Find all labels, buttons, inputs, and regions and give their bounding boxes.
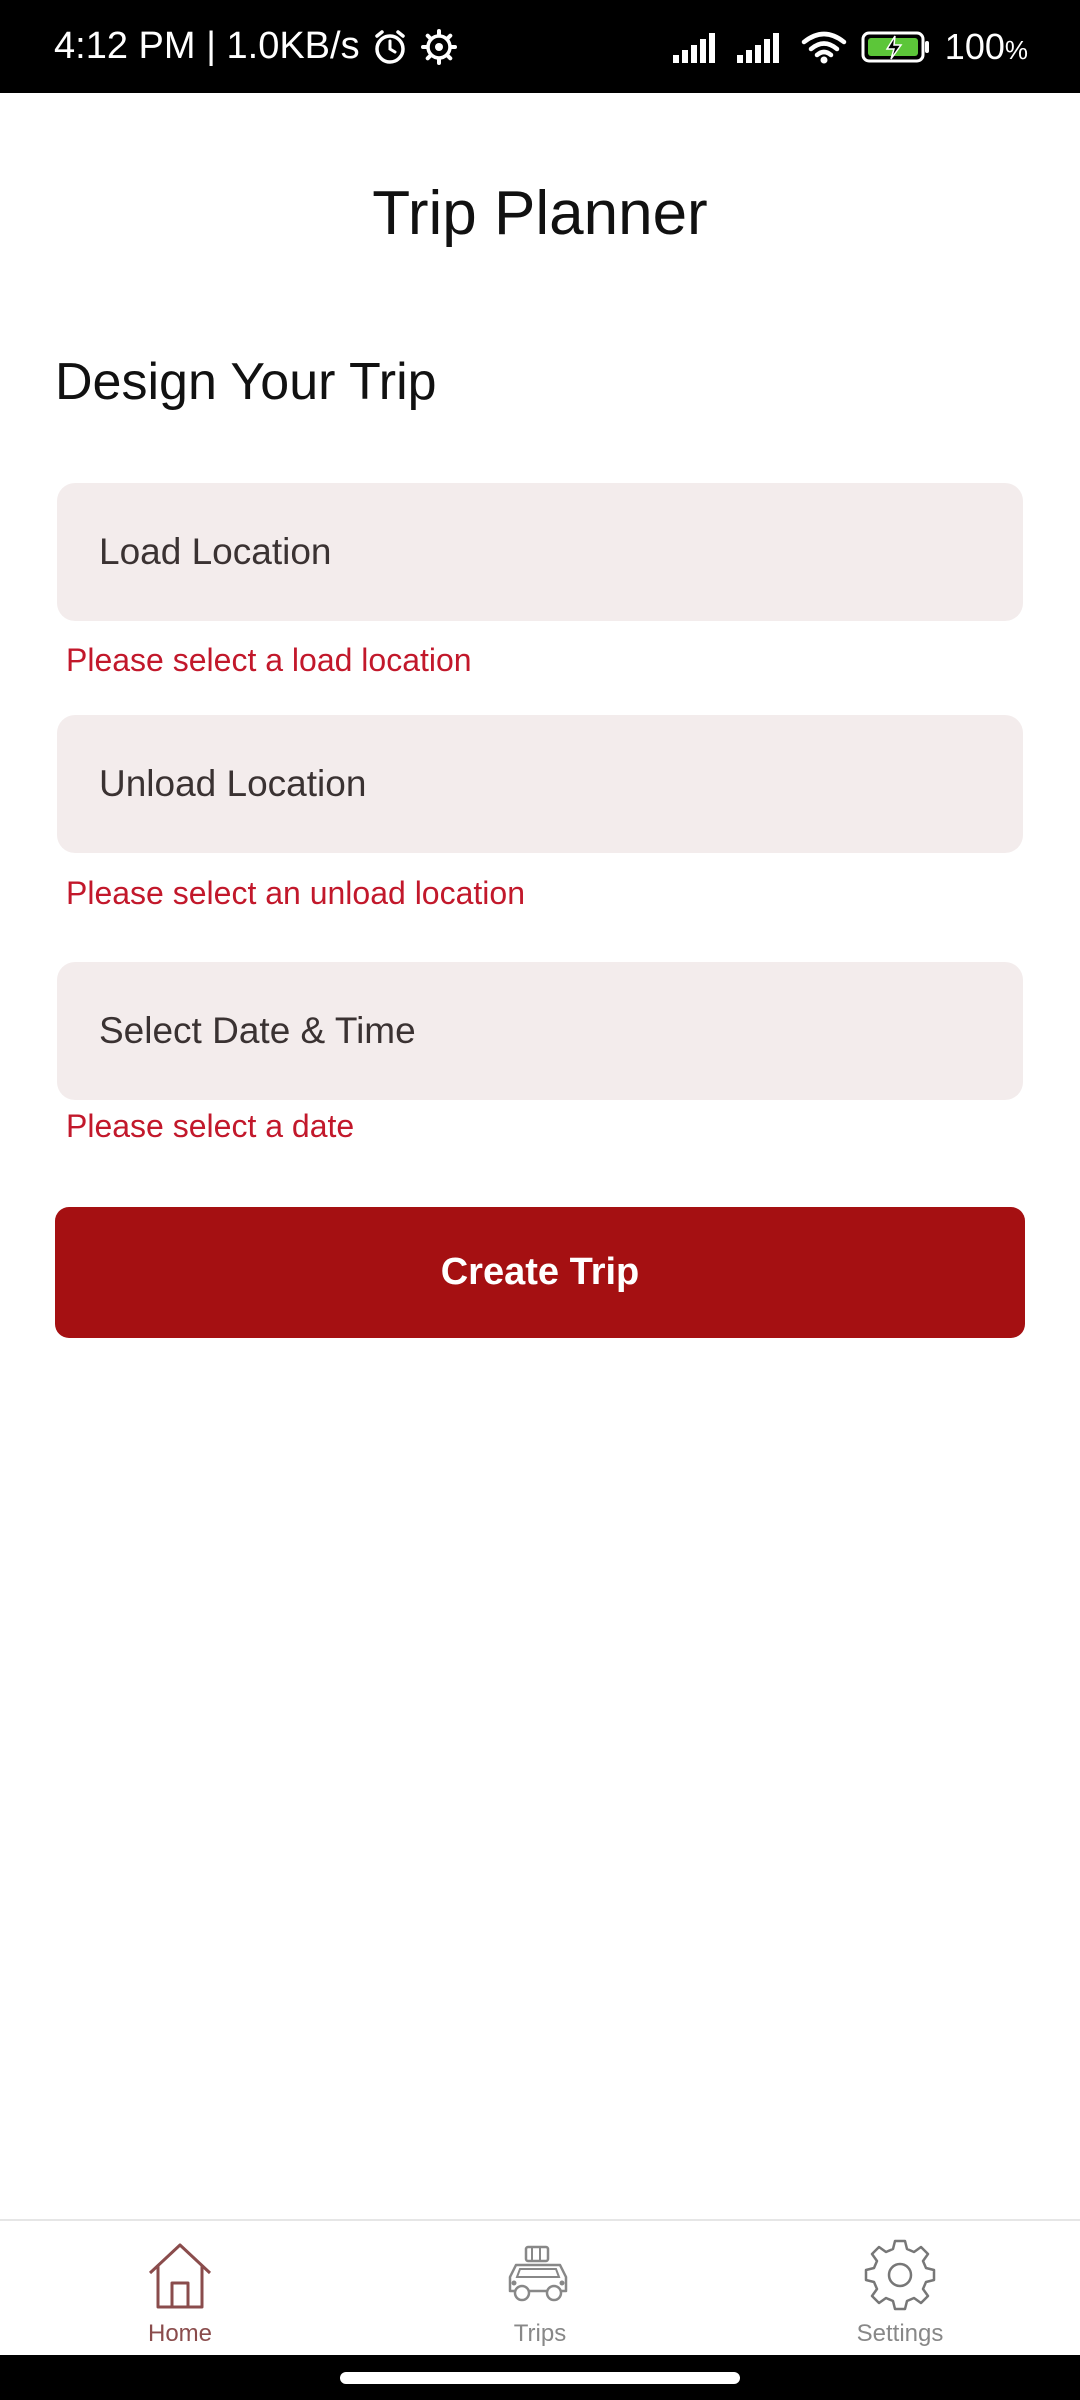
- settings-gear-status-icon: [420, 28, 458, 66]
- car-icon: [504, 2239, 576, 2316]
- status-bar: 4:12 PM | 1.0KB/s 100%: [0, 0, 1080, 93]
- gear-icon: [864, 2239, 936, 2316]
- unload-location-field[interactable]: Unload Location: [57, 715, 1023, 853]
- gesture-area: [0, 2355, 1080, 2400]
- unload-location-error: Please select an unload location: [66, 875, 525, 911]
- alarm-icon: [370, 27, 410, 67]
- create-trip-button[interactable]: Create Trip: [55, 1207, 1025, 1338]
- unload-location-placeholder: Unload Location: [99, 763, 367, 804]
- home-icon: [144, 2239, 216, 2316]
- wifi-icon: [801, 30, 847, 64]
- signal-2-icon: [736, 31, 787, 63]
- section-title: Design Your Trip: [55, 353, 437, 411]
- battery-icon: [861, 30, 931, 64]
- nav-label-home: Home: [147, 2320, 213, 2347]
- date-time-field[interactable]: Select Date & Time: [57, 962, 1023, 1100]
- nav-item-settings[interactable]: Settings: [720, 2221, 1080, 2355]
- status-right: 100%: [672, 25, 1028, 68]
- date-time-error: Please select a date: [66, 1108, 355, 1144]
- status-time: 4:12 PM | 1.0KB/s: [54, 25, 360, 67]
- load-location-field[interactable]: Load Location: [57, 483, 1023, 621]
- status-left: 4:12 PM | 1.0KB/s: [54, 25, 458, 68]
- signal-1-icon: [672, 31, 723, 63]
- page-title: Trip Planner: [372, 179, 708, 248]
- screen: 4:12 PM | 1.0KB/s 100% Trip Planner Desi…: [0, 0, 1080, 2400]
- nav-item-trips[interactable]: Trips: [360, 2221, 720, 2355]
- bottom-nav: Home Trips Settings: [0, 2219, 1080, 2355]
- load-location-error: Please select a load location: [66, 642, 472, 678]
- nav-label-settings: Settings: [856, 2320, 944, 2347]
- date-time-placeholder: Select Date & Time: [99, 1010, 416, 1051]
- load-location-placeholder: Load Location: [99, 531, 332, 572]
- battery-level: 100%: [944, 25, 1028, 67]
- nav-item-home[interactable]: Home: [0, 2221, 360, 2355]
- nav-label-trips: Trips: [513, 2320, 567, 2347]
- home-gesture-pill[interactable]: [340, 2372, 740, 2384]
